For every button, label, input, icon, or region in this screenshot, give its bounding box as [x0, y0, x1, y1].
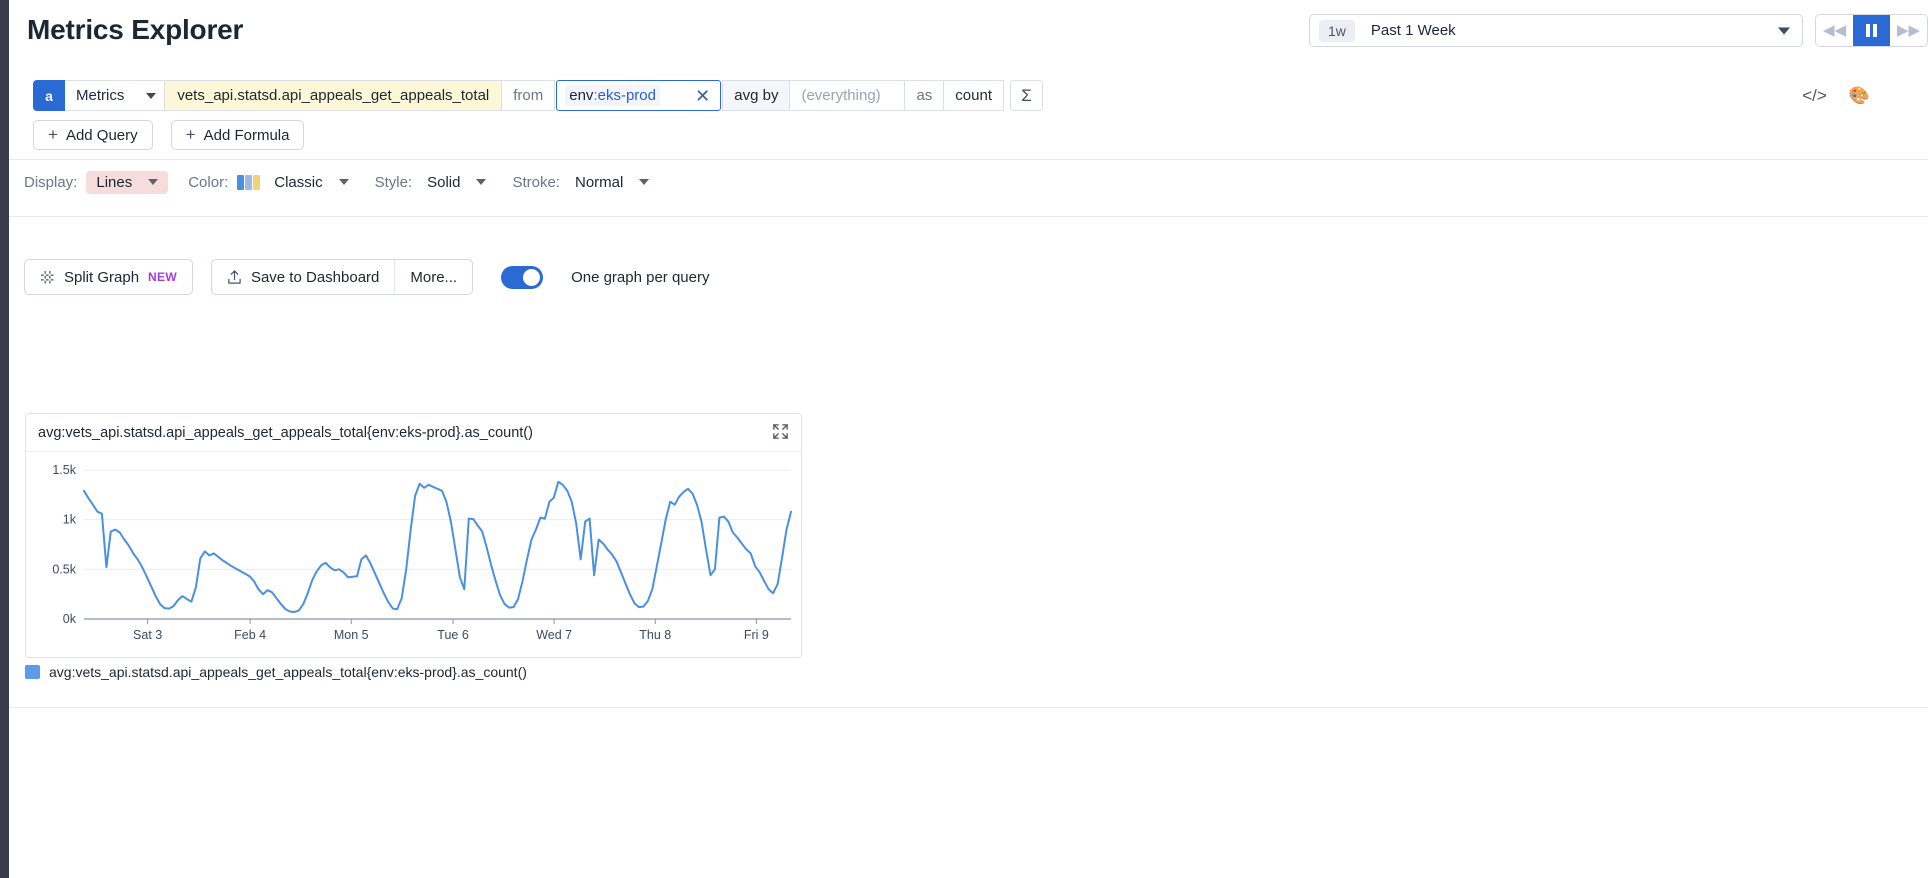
time-range-picker[interactable]: 1w Past 1 Week — [1309, 14, 1803, 47]
graph-legend: avg:vets_api.statsd.api_appeals_get_appe… — [25, 664, 527, 680]
svg-text:Fri 9: Fri 9 — [744, 628, 769, 642]
tag-filter-input[interactable]: env:eks-prod ✕ — [556, 80, 722, 111]
stroke-value: Normal — [574, 173, 624, 191]
svg-text:Thu 8: Thu 8 — [639, 628, 671, 642]
svg-text:Wed 7: Wed 7 — [536, 628, 572, 642]
pause-icon[interactable] — [1853, 15, 1890, 46]
code-brackets-icon[interactable]: </> — [1802, 86, 1827, 106]
fast-forward-icon[interactable]: ▶▶ — [1890, 15, 1927, 46]
stroke-select[interactable]: Normal — [569, 171, 655, 194]
from-label: from — [502, 80, 556, 111]
add-buttons-row: + Add Query + Add Formula — [33, 120, 305, 150]
svg-text:Tue 6: Tue 6 — [437, 628, 469, 642]
style-select[interactable]: Solid — [421, 171, 492, 194]
timeseries-chart: 0k 0.5k 1k 1.5k Sat 3 Feb 4 Mon 5 Tue 6 Wed 7 Thu… — [52, 463, 792, 642]
add-query-button[interactable]: + Add Query — [33, 120, 153, 150]
save-group: Save to Dashboard More... — [210, 259, 474, 295]
upload-icon — [228, 270, 241, 284]
split-graph-label: Split Graph — [64, 268, 140, 286]
rewind-icon[interactable]: ◀◀ — [1816, 15, 1853, 46]
split-graph-icon — [40, 270, 55, 284]
query-source-select[interactable]: Metrics — [65, 80, 166, 111]
metrics-explorer-page: Metrics Explorer 1w Past 1 Week ◀◀ ▶▶ a … — [0, 0, 1928, 878]
one-graph-per-query-toggle[interactable] — [501, 265, 544, 289]
expand-icon[interactable] — [772, 423, 789, 443]
left-nav-rail — [0, 0, 9, 878]
divider — [9, 707, 1928, 708]
svg-text:Mon 5: Mon 5 — [334, 628, 369, 642]
svg-text:1k: 1k — [63, 513, 77, 527]
page-header: Metrics Explorer 1w Past 1 Week ◀◀ ▶▶ — [9, 0, 1928, 68]
display-options-row: Display: Lines Color: Classic Style: Sol… — [24, 170, 655, 194]
plus-icon: + — [185, 125, 196, 144]
query-tools: </> 🎨 — [1802, 86, 1870, 106]
group-by-input[interactable]: (everything) — [790, 80, 906, 111]
metric-name-input[interactable]: vets_api.statsd.api_appeals_get_appeals_… — [165, 80, 503, 111]
chevron-down-icon[interactable] — [1778, 27, 1790, 34]
legend-label: avg:vets_api.statsd.api_appeals_get_appe… — [49, 664, 527, 680]
query-source-label: Metrics — [76, 87, 125, 104]
display-type-value: Lines — [96, 173, 133, 191]
chevron-down-icon — [476, 179, 487, 185]
split-graph-button[interactable]: Split Graph NEW — [25, 260, 192, 294]
one-graph-per-query-label: One graph per query — [571, 268, 710, 286]
tag-value: eks-prod — [597, 87, 656, 104]
display-type-select[interactable]: Lines — [86, 170, 169, 194]
graph-card: avg:vets_api.statsd.api_appeals_get_appe… — [25, 413, 802, 658]
divider — [9, 216, 1928, 217]
svg-text:0k: 0k — [63, 612, 77, 626]
new-badge: NEW — [148, 270, 177, 284]
playback-controls: ◀◀ ▶▶ — [1815, 14, 1928, 47]
as-value-select[interactable]: count — [944, 80, 1004, 111]
save-to-dashboard-button[interactable]: Save to Dashboard — [212, 260, 394, 294]
time-range-badge: 1w — [1319, 19, 1355, 42]
graph-plot-area[interactable]: 0k 0.5k 1k 1.5k Sat 3 Feb 4 Mon 5 Tue 6 Wed 7 Thu… — [26, 452, 803, 657]
graph-title: avg:vets_api.statsd.api_appeals_get_appe… — [38, 424, 533, 441]
svg-text:1.5k: 1.5k — [52, 463, 76, 477]
time-range-label: Past 1 Week — [1370, 22, 1456, 39]
query-letter-badge: a — [33, 80, 65, 111]
add-query-label: Add Query — [65, 126, 138, 144]
color-swatch — [237, 174, 261, 190]
color-palette-select[interactable]: Classic — [268, 171, 354, 194]
sigma-icon[interactable]: Σ — [1010, 80, 1043, 111]
color-label: Color: — [188, 173, 229, 191]
more-label: More... — [410, 268, 458, 286]
chevron-down-icon — [338, 179, 349, 185]
as-label: as — [905, 80, 945, 111]
svg-text:0.5k: 0.5k — [52, 562, 76, 576]
graph-action-bar: Split Graph NEW Save to Dashboard More..… — [24, 259, 709, 295]
chevron-down-icon — [639, 179, 650, 185]
aggregation-label[interactable]: avg by — [722, 80, 791, 111]
add-formula-label: Add Formula — [203, 126, 290, 144]
svg-text:Feb 4: Feb 4 — [234, 628, 266, 642]
style-label: Style: — [374, 173, 413, 191]
page-title: Metrics Explorer — [27, 14, 244, 45]
plus-icon: + — [48, 125, 58, 144]
chevron-down-icon — [148, 179, 159, 185]
save-to-dashboard-label: Save to Dashboard — [250, 268, 380, 286]
query-row-a: a Metrics vets_api.statsd.api_appeals_ge… — [33, 80, 1043, 111]
stroke-label: Stroke: — [512, 173, 560, 191]
color-palette-icon[interactable]: 🎨 — [1849, 86, 1870, 106]
style-value: Solid — [427, 173, 461, 191]
display-label: Display: — [24, 173, 78, 191]
graph-card-header: avg:vets_api.statsd.api_appeals_get_appe… — [26, 414, 801, 452]
chevron-down-icon — [146, 92, 157, 99]
more-button[interactable]: More... — [394, 260, 472, 294]
split-graph-group: Split Graph NEW — [24, 259, 193, 295]
divider — [9, 159, 1928, 160]
tag-key: env — [569, 87, 594, 104]
close-icon[interactable]: ✕ — [691, 87, 714, 105]
legend-color-swatch — [25, 665, 40, 679]
svg-text:Sat 3: Sat 3 — [133, 628, 162, 642]
add-formula-button[interactable]: + Add Formula — [170, 120, 305, 150]
tag-chip: env:eks-prod — [565, 85, 660, 106]
color-palette-value: Classic — [274, 173, 323, 191]
